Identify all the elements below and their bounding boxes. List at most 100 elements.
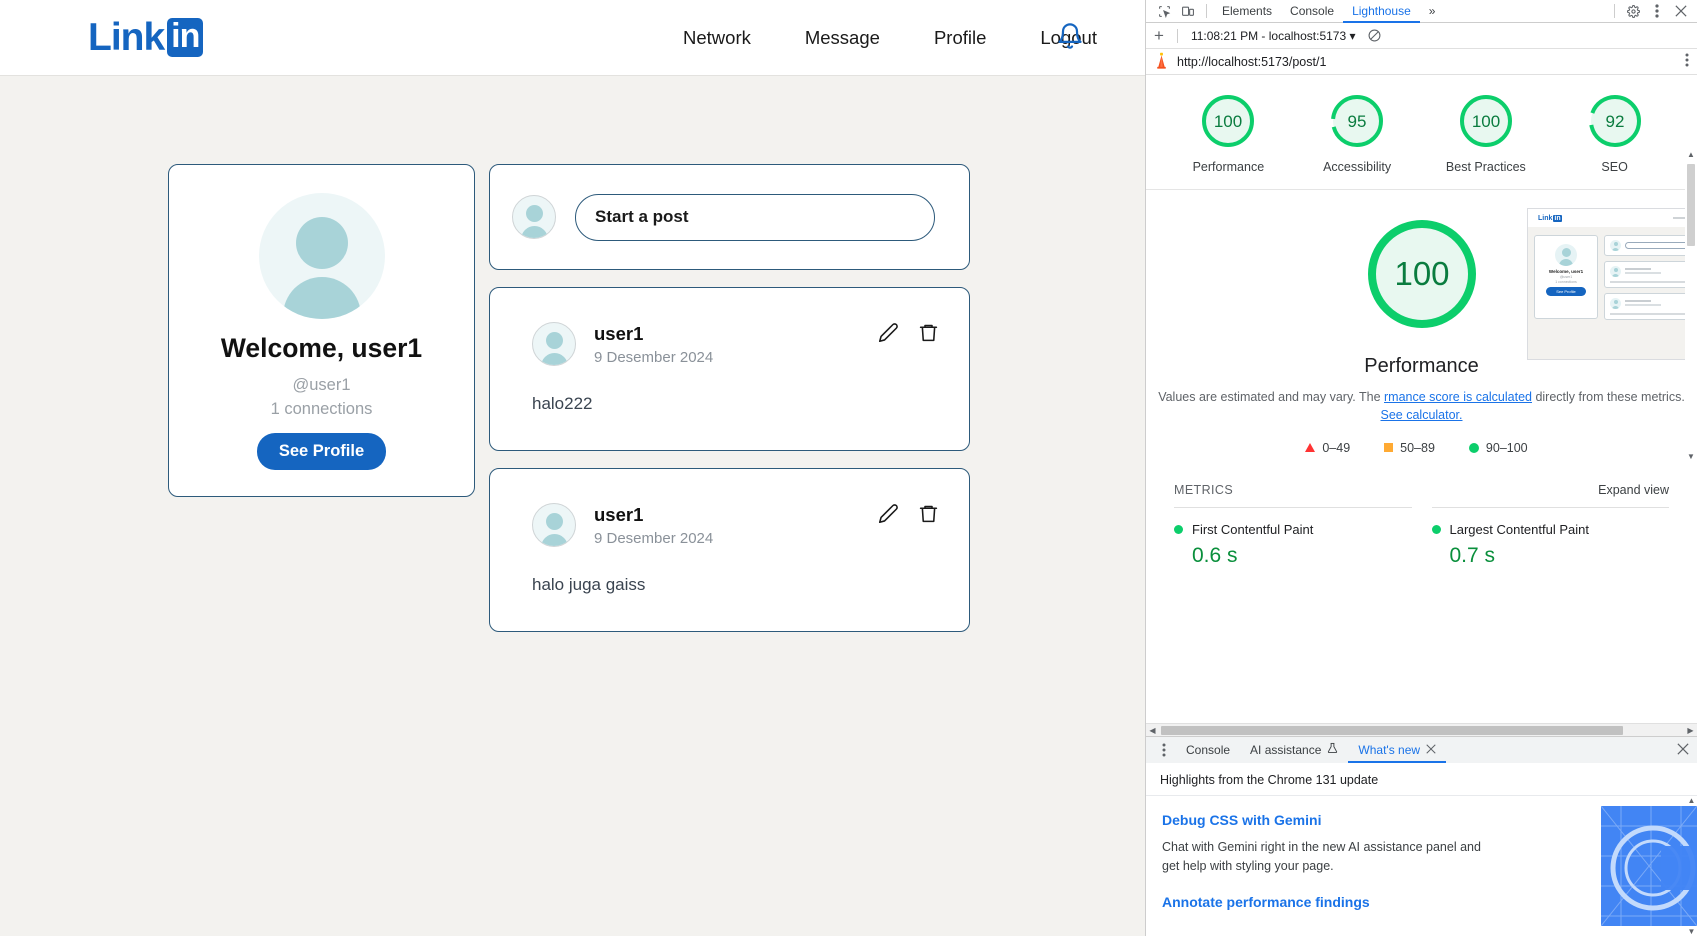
scroll-up-arrow-icon[interactable]: ▲ bbox=[1685, 150, 1697, 159]
gauge-label: Best Practices bbox=[1445, 160, 1526, 174]
gauge-performance[interactable]: 100 Performance bbox=[1183, 91, 1273, 175]
profile-card: Welcome, user1 @user1 1 connections See … bbox=[168, 164, 475, 497]
legend-range: 0–49 bbox=[1322, 440, 1351, 455]
whats-new-paragraph-1: Chat with Gemini right in the new AI ass… bbox=[1162, 840, 1481, 873]
notifications-button[interactable] bbox=[1052, 20, 1088, 56]
welcome-title: Welcome, user1 bbox=[220, 333, 423, 363]
new-report-button[interactable]: + bbox=[1154, 27, 1164, 44]
tab-lighthouse[interactable]: Lighthouse bbox=[1343, 0, 1420, 23]
no-entry-icon[interactable] bbox=[1363, 25, 1387, 47]
legend-item-fail: 0–49 bbox=[1305, 441, 1350, 455]
web-page: Link in Network Message Profile Logout W… bbox=[0, 0, 1145, 936]
close-drawer-button[interactable] bbox=[1677, 742, 1697, 758]
hero-note: Values are estimated and may vary. The r… bbox=[1146, 378, 1697, 424]
score-legend: 0–49 50–89 90–100 bbox=[1146, 425, 1697, 455]
pass-dot-icon bbox=[1431, 524, 1441, 534]
metrics-header: METRICS Expand view bbox=[1146, 455, 1697, 497]
device-toolbar-icon[interactable] bbox=[1176, 0, 1200, 22]
circle-swatch-icon bbox=[1468, 442, 1479, 453]
scroll-down-arrow-icon[interactable]: ▼ bbox=[1686, 927, 1697, 936]
metric-largest-contentful-paint: Largest Contentful Paint 0.7 s bbox=[1431, 506, 1669, 568]
scroll-down-arrow-icon[interactable]: ▼ bbox=[1685, 452, 1697, 461]
see-calculator-link[interactable]: See calculator. bbox=[1381, 408, 1463, 422]
report-options-button[interactable] bbox=[1685, 53, 1689, 70]
drawer-tab-label: What's new bbox=[1358, 743, 1421, 757]
metrics-title: METRICS bbox=[1174, 482, 1234, 497]
drawer-tab-ai-assistance[interactable]: AI assistance bbox=[1240, 737, 1348, 763]
post-actions bbox=[875, 503, 941, 529]
drawer-tab-whats-new[interactable]: What's new bbox=[1348, 737, 1446, 763]
flask-icon bbox=[1327, 737, 1338, 763]
trash-icon bbox=[918, 322, 939, 348]
nav-item-message[interactable]: Message bbox=[778, 27, 907, 49]
edit-post-button[interactable] bbox=[875, 503, 901, 529]
pass-dot-icon bbox=[1174, 524, 1183, 534]
more-vertical-icon[interactable] bbox=[1645, 0, 1669, 22]
composer-avatar bbox=[512, 195, 556, 239]
scroll-up-arrow-icon[interactable]: ▲ bbox=[1686, 796, 1697, 805]
gauge-accessibility[interactable]: 95 Accessibility bbox=[1312, 91, 1402, 175]
expand-view-button[interactable]: Expand view bbox=[1598, 483, 1669, 497]
report-vertical-scrollbar[interactable]: ▲ ▼ bbox=[1685, 150, 1697, 461]
page-screenshot-thumbnail: Link in Welcome, user1 @user1 1 connectio… bbox=[1527, 208, 1697, 361]
gauge-label: Performance bbox=[1192, 160, 1265, 174]
hero-gauge: 100 bbox=[1367, 220, 1476, 329]
edit-post-button[interactable] bbox=[875, 322, 901, 348]
whats-new-illustration bbox=[1601, 806, 1697, 926]
drawer-tab-label: AI assistance bbox=[1250, 743, 1322, 757]
bell-icon bbox=[1056, 22, 1084, 55]
gauge-best-practices[interactable]: 100 Best Practices bbox=[1441, 91, 1531, 175]
metrics-grid: First Contentful Paint 0.6 s Largest Con… bbox=[1146, 497, 1697, 568]
avatar bbox=[258, 193, 385, 319]
tab-elements[interactable]: Elements bbox=[1213, 0, 1281, 23]
delete-post-button[interactable] bbox=[915, 322, 941, 348]
legend-range: 90–100 bbox=[1485, 440, 1528, 455]
legend-item-pass: 90–100 bbox=[1468, 440, 1528, 455]
score-gauges: 100 Performance 95 Accessibility 100 Bes… bbox=[1146, 75, 1697, 183]
delete-post-button[interactable] bbox=[915, 503, 941, 529]
nav-item-profile[interactable]: Profile bbox=[907, 27, 1013, 49]
lighthouse-toolbar: + 11:08:21 PM - localhost:5173 ▾ bbox=[1146, 23, 1697, 49]
pencil-icon bbox=[878, 503, 899, 529]
linkedin-logo[interactable]: Link in bbox=[88, 17, 204, 58]
gauge-score: 92 bbox=[1605, 112, 1624, 131]
post-avatar bbox=[532, 503, 576, 547]
scrollbar-thumb[interactable] bbox=[1161, 725, 1623, 735]
report-selector[interactable]: 11:08:21 PM - localhost:5173 ▾ bbox=[1191, 29, 1356, 43]
inspect-element-icon[interactable] bbox=[1152, 0, 1176, 22]
whats-new-body: Debug CSS with Gemini Chat with Gemini r… bbox=[1146, 796, 1697, 936]
scroll-right-arrow-icon[interactable]: ▶ bbox=[1684, 726, 1697, 735]
lighthouse-icon bbox=[1154, 52, 1169, 72]
tab-console[interactable]: Console bbox=[1281, 0, 1343, 23]
logo-badge: in bbox=[167, 17, 204, 58]
start-post-input[interactable]: Start a post bbox=[575, 193, 935, 241]
drawer-more-vertical-icon[interactable] bbox=[1152, 739, 1176, 761]
audited-url: http://localhost:5173/post/1 bbox=[1177, 54, 1327, 69]
post-date: 9 Desember 2024 bbox=[594, 529, 714, 547]
chevron-down-icon: ▾ bbox=[1349, 28, 1356, 43]
whats-new-subtitle: Highlights from the Chrome 131 update bbox=[1146, 763, 1697, 796]
post-author: user1 bbox=[594, 504, 644, 526]
close-icon[interactable] bbox=[1669, 0, 1693, 22]
nav-item-network[interactable]: Network bbox=[656, 27, 778, 49]
gauge-seo[interactable]: 92 SEO bbox=[1570, 91, 1660, 175]
performance-score-link[interactable]: rmance score is calculated bbox=[1384, 390, 1532, 404]
report-horizontal-scrollbar[interactable]: ◀ ▶ bbox=[1146, 723, 1697, 736]
post-body: halo222 bbox=[532, 394, 593, 413]
post-author: user1 bbox=[594, 323, 644, 345]
scrollbar-thumb[interactable] bbox=[1687, 164, 1695, 246]
metric-name: Largest Contentful Paint bbox=[1449, 521, 1589, 537]
hero-score: 100 bbox=[1394, 255, 1449, 292]
drawer-vertical-scrollbar[interactable]: ▲ ▼ bbox=[1686, 796, 1697, 936]
gauge-label: SEO bbox=[1601, 160, 1628, 174]
close-icon[interactable] bbox=[1426, 737, 1436, 763]
see-profile-button[interactable]: See Profile bbox=[256, 433, 387, 470]
gear-icon[interactable] bbox=[1621, 0, 1645, 22]
hero-note-text-2: directly from these metrics. bbox=[1531, 390, 1685, 405]
lighthouse-report-scroll: 100 Performance 95 Accessibility 100 Bes… bbox=[1146, 75, 1697, 723]
more-tabs-button[interactable]: » bbox=[1420, 0, 1445, 23]
drawer-tab-console[interactable]: Console bbox=[1176, 737, 1240, 763]
scroll-left-arrow-icon[interactable]: ◀ bbox=[1146, 726, 1159, 735]
post-body: halo juga gaiss bbox=[532, 575, 646, 594]
navbar: Link in Network Message Profile Logout bbox=[0, 0, 1145, 76]
